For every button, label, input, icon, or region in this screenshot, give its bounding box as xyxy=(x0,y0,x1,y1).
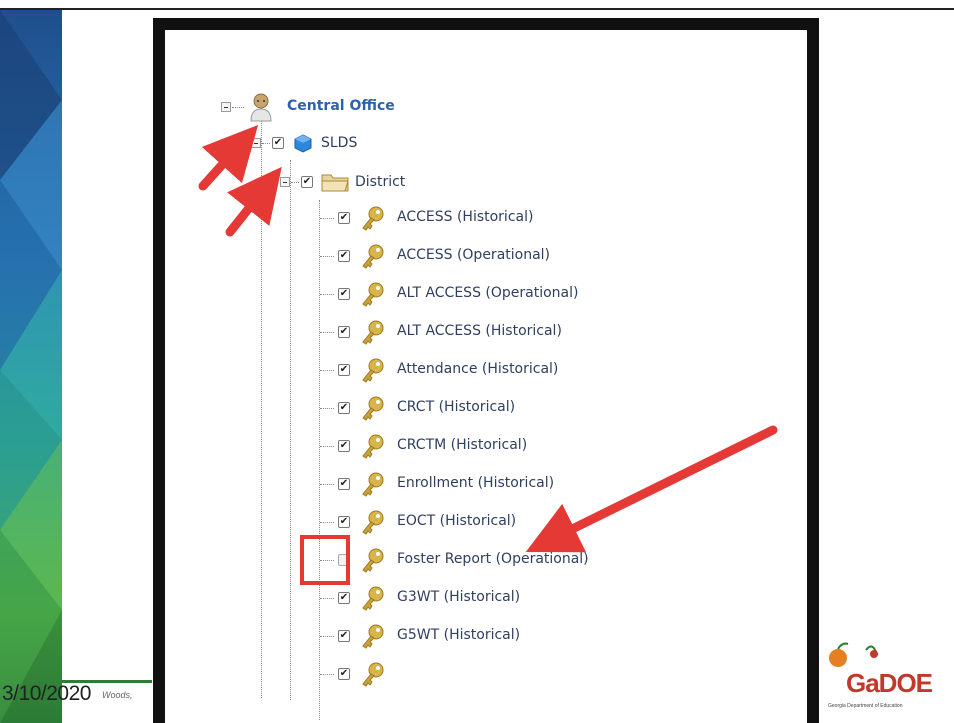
tree-connector xyxy=(291,182,299,183)
checkbox-item[interactable]: ✔ xyxy=(338,630,350,642)
tree-item-label[interactable]: Enrollment (Historical) xyxy=(397,475,554,491)
tree-level2-label[interactable]: District xyxy=(355,174,405,190)
tree-connector xyxy=(320,484,334,485)
tree-item-label[interactable]: CRCT (Historical) xyxy=(397,399,515,415)
folder-icon xyxy=(321,172,349,196)
logo-word: GaDOE xyxy=(846,668,933,698)
screenshot-frame: Central Office ✔ SLDS ✔ District ✔ ACCESS… xyxy=(153,18,819,723)
key-icon xyxy=(359,204,387,236)
checkbox-item[interactable]: ✔ xyxy=(338,478,350,490)
tree-connector xyxy=(320,522,334,523)
checkbox-item[interactable]: ✔ xyxy=(338,668,350,680)
tree-connector xyxy=(320,332,334,333)
checkbox-item[interactable]: ✔ xyxy=(338,440,350,452)
key-icon xyxy=(359,432,387,464)
checkbox-slds[interactable]: ✔ xyxy=(272,137,284,149)
checkbox-item[interactable]: ✔ xyxy=(338,592,350,604)
tree-item-label[interactable]: ACCESS (Operational) xyxy=(397,247,550,263)
tree-item-label[interactable]: ALT ACCESS (Operational) xyxy=(397,285,578,301)
key-icon xyxy=(359,508,387,540)
checkbox-item[interactable]: ✔ xyxy=(338,516,350,528)
checkbox-item[interactable]: ✔ xyxy=(338,212,350,224)
tree-connector xyxy=(290,160,291,700)
key-icon xyxy=(359,280,387,312)
collapse-toggle-central-office[interactable] xyxy=(221,102,231,112)
tree-connector xyxy=(320,370,334,371)
tree-connector xyxy=(261,98,262,698)
tree-item-label[interactable]: EOCT (Historical) xyxy=(397,513,516,529)
checkbox-district[interactable]: ✔ xyxy=(301,176,313,188)
tree-connector xyxy=(320,674,334,675)
key-icon xyxy=(359,622,387,654)
cube-icon xyxy=(293,133,313,157)
collapse-toggle-slds[interactable] xyxy=(251,138,261,148)
footer-text: Woods, xyxy=(102,690,133,700)
key-icon xyxy=(359,318,387,350)
person-icon xyxy=(249,92,273,126)
tree-connector xyxy=(320,446,334,447)
tree-panel: Central Office ✔ SLDS ✔ District ✔ ACCESS… xyxy=(165,30,807,723)
tree-item-label[interactable]: G3WT (Historical) xyxy=(397,589,520,605)
tree-connector xyxy=(319,200,320,720)
tree-item-label[interactable]: ACCESS (Historical) xyxy=(397,209,533,225)
tree-connector xyxy=(262,143,270,144)
key-icon xyxy=(359,356,387,388)
checkbox-item[interactable]: ✔ xyxy=(338,402,350,414)
tree-item-label[interactable]: CRCTM (Historical) xyxy=(397,437,527,453)
key-icon xyxy=(359,546,387,578)
tree-item-label[interactable]: G5WT (Historical) xyxy=(397,627,520,643)
tree-connector xyxy=(320,218,334,219)
logo-tagline: Georgia Department of Education xyxy=(828,703,903,709)
key-icon xyxy=(359,584,387,616)
checkbox-item[interactable]: ✔ xyxy=(338,250,350,262)
collapse-toggle-district[interactable] xyxy=(280,177,290,187)
key-icon xyxy=(359,470,387,502)
tree-item-label[interactable]: ALT ACCESS (Historical) xyxy=(397,323,562,339)
tree-connector xyxy=(320,256,334,257)
tree-connector xyxy=(320,598,334,599)
tree-connector xyxy=(320,294,334,295)
top-rule xyxy=(0,8,954,10)
tree-item-label[interactable]: Foster Report (Operational) xyxy=(397,551,589,567)
key-icon xyxy=(359,660,387,692)
key-icon xyxy=(359,394,387,426)
checkbox-item[interactable]: ✔ xyxy=(338,288,350,300)
tree-level1-label[interactable]: SLDS xyxy=(321,135,357,151)
key-icon xyxy=(359,242,387,274)
highlight-box xyxy=(300,535,350,585)
checkbox-item[interactable]: ✔ xyxy=(338,326,350,338)
tree-connector xyxy=(320,636,334,637)
tree-connector xyxy=(232,107,244,108)
decorative-side-band xyxy=(0,10,62,723)
slide-date: 3/10/2020 xyxy=(2,682,91,705)
checkbox-item[interactable]: ✔ xyxy=(338,364,350,376)
tree-item-label[interactable]: Attendance (Historical) xyxy=(397,361,558,377)
tree-root-label[interactable]: Central Office xyxy=(287,98,395,114)
tree-connector xyxy=(320,408,334,409)
